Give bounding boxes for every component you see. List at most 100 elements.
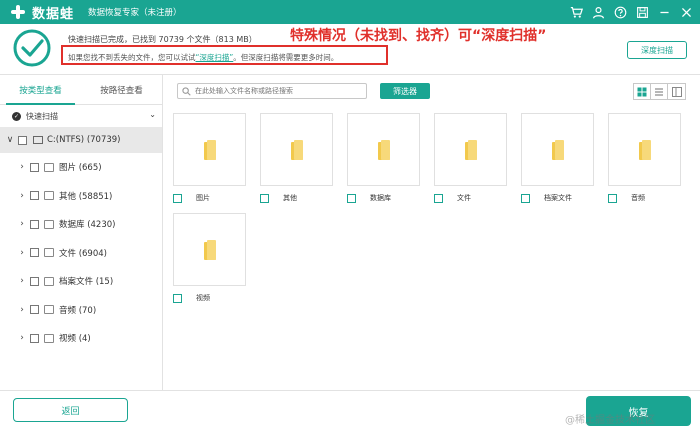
category-checkbox[interactable] [30, 333, 39, 343]
scan-status-area: 快速扫描已完成，已找到 70739 个文件（813 MB） 如果您找不到丢失的文… [0, 24, 700, 74]
detail-view-icon[interactable] [668, 84, 685, 99]
list-view-icon[interactable] [651, 84, 668, 99]
image-icon [44, 162, 54, 172]
category-node[interactable]: › 视频 (4) [0, 324, 162, 353]
archive-icon [44, 276, 54, 286]
app-logo: 数据蛙 [10, 3, 74, 22]
save-icon[interactable] [634, 4, 650, 20]
category-checkbox[interactable] [30, 305, 39, 315]
back-button[interactable]: 返回 [13, 398, 128, 422]
folder-thumbnail[interactable] [260, 113, 333, 186]
folder-label: 数据库 [370, 194, 391, 202]
folder-tile[interactable]: 其他 [260, 113, 333, 205]
tab-by-type[interactable]: 按类型查看 [0, 75, 81, 105]
category-node[interactable]: › 档案文件 (15) [0, 267, 162, 296]
check-dot-icon: ✓ [12, 111, 21, 121]
expand-right-icon[interactable]: › [16, 248, 28, 258]
folder-thumbnail[interactable] [173, 213, 246, 286]
folder-label: 音频 [631, 194, 645, 202]
folder-thumbnail[interactable] [173, 113, 246, 186]
help-icon[interactable] [612, 4, 628, 20]
folder-checkbox[interactable] [260, 193, 269, 203]
annotation-text: 特殊情况（未找到、找齐）可“深度扫描” [290, 28, 547, 44]
search-box[interactable] [177, 83, 367, 99]
grid-view-icon[interactable] [634, 84, 651, 99]
folder-icon [203, 139, 216, 160]
bottom-bar: 返回 恢复 @稀土掘金技术社区 [0, 390, 700, 430]
category-label: 视频 (4) [59, 334, 91, 345]
drive-node[interactable]: ∨ C:(NTFS) (70739) [0, 127, 162, 153]
logo-text: 数据蛙 [32, 6, 75, 22]
folder-thumbnail[interactable] [521, 113, 594, 186]
folder-checkbox[interactable] [521, 193, 530, 203]
title-bar: 数据蛙 数据恢复专家（未注册） [0, 0, 700, 24]
database-icon [44, 219, 54, 229]
folder-thumbnail[interactable] [347, 113, 420, 186]
folder-tile[interactable]: 数据库 [347, 113, 420, 205]
folder-icon [638, 139, 651, 160]
drive-checkbox[interactable] [18, 135, 27, 145]
view-tabs: 按类型查看 按路径查看 [0, 75, 162, 105]
folder-checkbox[interactable] [434, 193, 443, 203]
folder-checkbox[interactable] [347, 193, 356, 203]
expand-right-icon[interactable]: › [16, 333, 28, 343]
category-checkbox[interactable] [30, 248, 39, 258]
chevron-down-icon[interactable]: ⌄ [149, 110, 156, 119]
category-checkbox[interactable] [30, 276, 39, 286]
deep-scan-button[interactable]: 深度扫描 [627, 41, 687, 59]
quick-scan-header[interactable]: ✓ 快速扫描 ⌄ [0, 105, 162, 127]
drive-label: C:(NTFS) (70739) [47, 135, 121, 145]
folder-thumbnail[interactable] [608, 113, 681, 186]
category-label: 文件 (6904) [59, 248, 107, 259]
main-panel: 筛选器 图片 其他 数据库 文件 [163, 74, 700, 390]
expand-right-icon[interactable]: › [16, 276, 28, 286]
expand-right-icon[interactable]: › [16, 305, 28, 315]
user-icon[interactable] [590, 4, 606, 20]
annotation-highlight-box [61, 45, 388, 65]
folder-label: 文件 [457, 194, 471, 202]
other-file-icon [44, 191, 54, 201]
folder-tile[interactable]: 档案文件 [521, 113, 594, 205]
tab-by-path[interactable]: 按路径查看 [81, 75, 162, 104]
filter-button[interactable]: 筛选器 [380, 83, 430, 99]
folder-icon [377, 139, 390, 160]
category-node[interactable]: › 文件 (6904) [0, 239, 162, 268]
scan-complete-check-icon [13, 29, 51, 67]
category-node[interactable]: › 音频 (70) [0, 296, 162, 325]
document-icon [44, 248, 54, 258]
category-node[interactable]: › 数据库 (4230) [0, 210, 162, 239]
search-input[interactable] [195, 87, 365, 95]
expand-right-icon[interactable]: › [16, 191, 28, 201]
folder-tile[interactable]: 图片 [173, 113, 246, 205]
category-checkbox[interactable] [30, 191, 39, 201]
folder-checkbox[interactable] [173, 293, 182, 303]
folder-label: 档案文件 [544, 194, 572, 202]
folder-thumbnail[interactable] [434, 113, 507, 186]
category-label: 数据库 (4230) [59, 220, 116, 231]
cart-icon[interactable] [568, 4, 584, 20]
left-panel: 按类型查看 按路径查看 ✓ 快速扫描 ⌄ ∨ C:(NTFS) (70739) … [0, 74, 163, 390]
scan-result-text: 快速扫描已完成，已找到 70739 个文件（813 MB） [68, 35, 257, 44]
minimize-icon[interactable] [656, 4, 672, 20]
category-checkbox[interactable] [30, 219, 39, 229]
folder-icon [551, 139, 564, 160]
category-label: 图片 (665) [59, 163, 102, 174]
category-checkbox[interactable] [30, 162, 39, 172]
folder-checkbox[interactable] [608, 193, 617, 203]
view-mode-switch [633, 83, 686, 100]
folder-tile[interactable]: 文件 [434, 113, 507, 205]
expand-right-icon[interactable]: › [16, 219, 28, 229]
close-icon[interactable] [678, 4, 694, 20]
category-node[interactable]: › 图片 (665) [0, 153, 162, 182]
folder-checkbox[interactable] [173, 193, 182, 203]
folder-tile[interactable]: 视频 [173, 213, 246, 305]
folder-icon [464, 139, 477, 160]
folder-tile[interactable]: 音频 [608, 113, 681, 205]
watermark: @稀土掘金技术社区 [565, 415, 655, 426]
expand-down-icon[interactable]: ∨ [4, 135, 16, 145]
expand-right-icon[interactable]: › [16, 162, 28, 172]
drive-icon [33, 136, 43, 144]
video-icon [44, 333, 54, 343]
category-node[interactable]: › 其他 (58851) [0, 182, 162, 211]
audio-icon [44, 305, 54, 315]
